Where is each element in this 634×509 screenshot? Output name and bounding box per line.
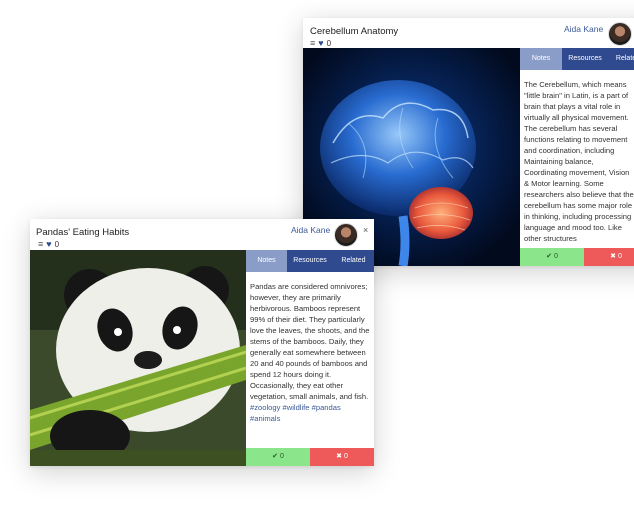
card-title: Pandas' Eating Habits xyxy=(36,227,130,238)
action-bar: ✔ 0 ✖ 0 xyxy=(246,448,374,466)
x-icon: ✖ xyxy=(610,253,616,260)
notes-text: Pandas are considered omnivores; however… xyxy=(250,282,370,401)
tab-related[interactable]: Related xyxy=(608,48,634,70)
like-button[interactable]: ✔ 0 xyxy=(246,448,310,466)
dislike-button-count: 0 xyxy=(343,453,348,460)
like-count: 0 xyxy=(54,239,60,249)
like-button-count: 0 xyxy=(279,453,284,460)
avatar[interactable] xyxy=(334,223,358,247)
tab-notes[interactable]: Notes xyxy=(246,250,287,272)
check-icon: ✔ xyxy=(272,453,278,460)
notes-content: The Cerebellum, which means "little brai… xyxy=(524,79,634,241)
card-title: Cerebellum Anatomy xyxy=(310,26,399,37)
card-meta: ≡ ♥ 0 xyxy=(310,38,331,48)
like-button[interactable]: ✔ 0 xyxy=(520,248,584,266)
tab-resources[interactable]: Resources xyxy=(562,48,608,70)
card-header: Pandas' Eating Habits Aida Kane × ≡ ♥ 0 xyxy=(30,219,374,249)
tab-bar: Notes Resources Related xyxy=(520,48,634,70)
tags[interactable]: #zoology #wildlife #pandas #animals xyxy=(250,402,372,424)
like-button-count: 0 xyxy=(553,253,558,260)
avatar[interactable] xyxy=(608,22,632,46)
menu-icon[interactable]: ≡ xyxy=(38,239,43,249)
close-icon[interactable]: × xyxy=(363,225,368,235)
heart-icon[interactable]: ♥ xyxy=(318,38,323,48)
tab-related[interactable]: Related xyxy=(333,250,374,272)
card-header: Cerebellum Anatomy Aida Kane ≡ ♥ 0 xyxy=(303,18,634,48)
dislike-button[interactable]: ✖ 0 xyxy=(310,448,374,466)
like-count: 0 xyxy=(326,38,332,48)
notes-text: The Cerebellum, which means "little brai… xyxy=(524,80,634,241)
heart-icon[interactable]: ♥ xyxy=(46,239,51,249)
tab-bar: Notes Resources Related xyxy=(246,250,374,272)
author-name[interactable]: Aida Kane xyxy=(564,24,603,34)
panda-illustration xyxy=(30,250,246,466)
action-bar: ✔ 0 ✖ 0 xyxy=(520,248,634,266)
dislike-button[interactable]: ✖ 0 xyxy=(584,248,634,266)
card-meta: ≡ ♥ 0 xyxy=(38,239,59,249)
author-name[interactable]: Aida Kane xyxy=(291,225,330,235)
panda-image xyxy=(30,250,246,466)
menu-icon[interactable]: ≡ xyxy=(310,38,315,48)
card-pandas: Pandas' Eating Habits Aida Kane × ≡ ♥ 0 xyxy=(30,219,374,466)
x-icon: ✖ xyxy=(336,453,342,460)
dislike-button-count: 0 xyxy=(617,253,622,260)
tab-resources[interactable]: Resources xyxy=(287,250,333,272)
notes-content: Pandas are considered omnivores; however… xyxy=(250,281,372,441)
check-icon: ✔ xyxy=(546,253,552,260)
tab-notes[interactable]: Notes xyxy=(520,48,562,70)
